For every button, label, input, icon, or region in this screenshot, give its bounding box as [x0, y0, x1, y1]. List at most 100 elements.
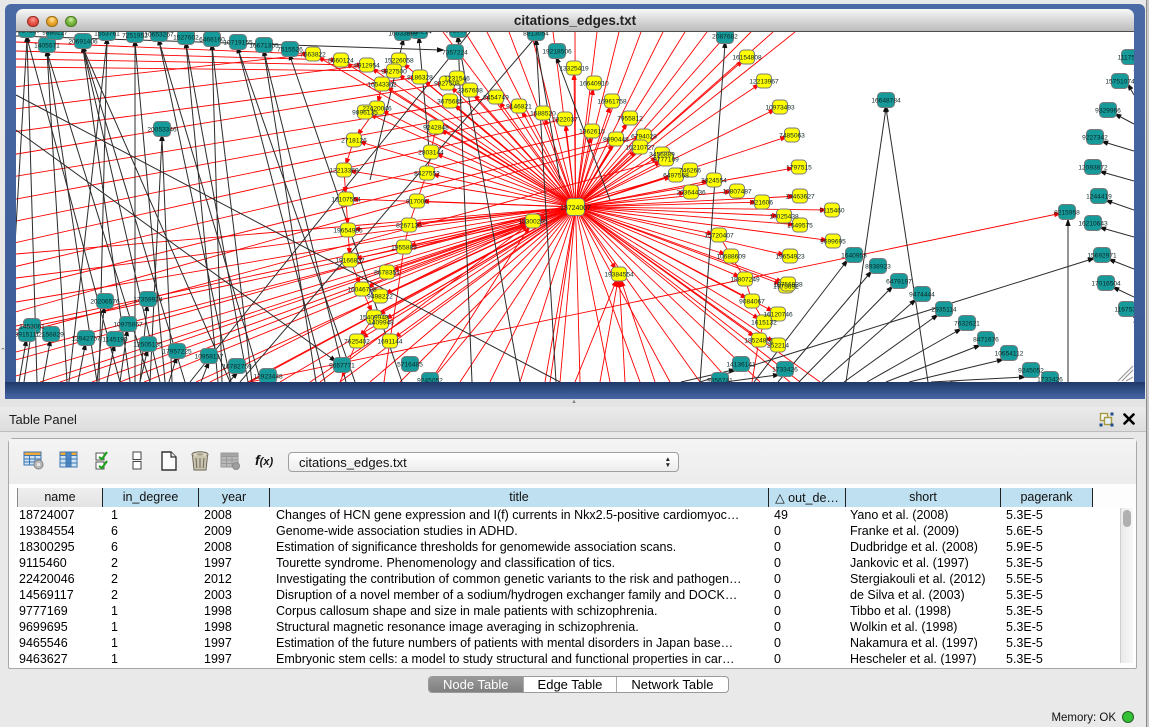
- svg-text:9245052: 9245052: [417, 378, 443, 383]
- svg-text:9827500: 9827500: [381, 69, 407, 76]
- svg-text:9329966: 9329966: [1095, 108, 1121, 115]
- svg-text:7357224: 7357224: [442, 50, 468, 57]
- svg-text:19463627: 19463627: [785, 194, 815, 201]
- svg-text:8912954: 8912954: [354, 63, 380, 70]
- svg-text:9699695: 9699695: [820, 239, 846, 246]
- svg-text:15226058: 15226058: [384, 58, 414, 65]
- svg-text:252214: 252214: [767, 343, 789, 350]
- svg-text:1244419: 1244419: [1086, 194, 1112, 201]
- svg-text:8990448: 8990448: [603, 137, 629, 144]
- svg-text:10973493: 10973493: [765, 105, 795, 112]
- svg-text:12213967: 12213967: [749, 79, 779, 86]
- svg-text:1549575: 1549575: [787, 223, 813, 230]
- svg-text:9474444: 9474444: [909, 292, 935, 299]
- svg-text:2718126: 2718126: [341, 138, 367, 145]
- svg-text:1231546: 1231546: [444, 76, 470, 83]
- svg-text:10653267: 10653267: [144, 32, 174, 39]
- svg-text:8938923: 8938923: [865, 264, 891, 271]
- svg-text:7955812: 7955812: [617, 116, 643, 123]
- svg-text:7625402: 7625402: [344, 339, 370, 346]
- svg-text:1117514: 1117514: [1118, 55, 1134, 62]
- svg-text:20206576: 20206576: [90, 299, 120, 306]
- svg-text:1733426: 1733426: [1037, 377, 1063, 383]
- svg-text:17957225: 17957225: [162, 349, 192, 356]
- svg-text:9896135: 9896135: [352, 110, 378, 117]
- svg-text:18807249: 18807249: [730, 277, 760, 284]
- svg-text:9115460: 9115460: [819, 208, 845, 215]
- svg-text:1797515: 1797515: [786, 165, 812, 172]
- svg-text:18724007: 18724007: [560, 205, 591, 212]
- svg-text:10807487: 10807487: [722, 189, 752, 196]
- svg-text:8471676: 8471676: [973, 337, 999, 344]
- svg-text:7663822: 7663822: [300, 52, 326, 59]
- svg-text:917006: 917006: [406, 199, 428, 206]
- svg-text:9084067: 9084067: [739, 299, 765, 306]
- svg-text:1691144: 1691144: [377, 339, 403, 346]
- svg-text:16671355: 16671355: [249, 43, 279, 50]
- svg-text:16154808: 16154808: [732, 55, 762, 62]
- svg-text:12213369: 12213369: [329, 168, 359, 175]
- svg-text:16120746: 16120746: [763, 312, 793, 319]
- svg-text:16107554: 16107554: [331, 197, 361, 204]
- svg-text:9227342: 9227342: [1082, 135, 1108, 142]
- svg-text:8215958: 8215958: [1054, 210, 1080, 217]
- svg-text:1167534: 1167534: [1114, 307, 1134, 314]
- svg-text:1640953: 1640953: [841, 253, 867, 260]
- svg-text:17016504: 17016504: [1091, 281, 1121, 288]
- svg-text:16210727: 16210727: [625, 145, 655, 152]
- svg-text:20364436: 20364436: [676, 190, 706, 197]
- svg-text:1362615: 1362615: [579, 129, 605, 136]
- svg-text:15751074: 15751074: [1105, 79, 1134, 86]
- svg-text:12505135: 12505135: [133, 342, 163, 349]
- svg-text:3915111: 3915111: [16, 332, 40, 339]
- svg-text:20691406: 20691406: [68, 39, 98, 46]
- svg-text:19166827: 19166827: [335, 258, 365, 265]
- svg-text:19654923: 19654923: [775, 254, 805, 261]
- svg-text:1527602: 1527602: [173, 35, 199, 42]
- svg-text:9245052: 9245052: [1018, 368, 1044, 375]
- svg-text:15692971: 15692971: [1087, 253, 1117, 260]
- svg-text:8813054: 8813054: [523, 32, 549, 38]
- svg-text:746266: 746266: [679, 168, 701, 175]
- svg-text:8454749: 8454749: [483, 95, 509, 102]
- svg-text:13325419: 13325419: [559, 66, 589, 73]
- svg-text:1733426: 1733426: [772, 367, 798, 374]
- svg-text:8267130: 8267130: [396, 223, 422, 230]
- svg-text:10975867: 10975867: [113, 322, 143, 329]
- svg-text:8914226: 8914226: [16, 32, 40, 35]
- svg-text:2087682: 2087682: [712, 34, 738, 41]
- svg-text:10756928: 10756928: [773, 282, 803, 289]
- svg-text:16782759: 16782759: [222, 364, 252, 371]
- svg-text:3675685: 3675685: [437, 99, 463, 106]
- svg-text:19384554: 19384554: [604, 272, 634, 279]
- svg-text:1409948: 1409948: [368, 320, 394, 327]
- svg-text:9777169: 9777169: [653, 157, 679, 164]
- svg-text:9657771: 9657771: [329, 363, 355, 370]
- svg-text:9498222: 9498222: [367, 294, 393, 301]
- svg-text:6466160: 6466160: [199, 37, 225, 44]
- svg-text:8427552: 8427552: [414, 171, 440, 178]
- svg-text:1405571: 1405571: [34, 43, 60, 50]
- svg-text:10025438: 10025438: [769, 214, 799, 221]
- svg-text:12923448: 12923448: [253, 374, 283, 381]
- svg-text:18300295: 18300295: [518, 219, 548, 226]
- svg-text:8186328: 8186328: [407, 75, 433, 82]
- svg-text:16210643: 16210643: [1078, 221, 1108, 228]
- svg-text:3824554: 3824554: [701, 178, 727, 185]
- svg-text:1453061: 1453061: [19, 324, 45, 331]
- svg-text:8813054: 8813054: [445, 32, 471, 35]
- svg-text:15720407: 15720407: [704, 233, 734, 240]
- svg-text:2935114: 2935114: [931, 307, 957, 314]
- svg-text:9356741: 9356741: [707, 378, 733, 383]
- svg-text:7485063: 7485063: [779, 133, 805, 140]
- svg-text:5716485: 5716485: [397, 362, 423, 369]
- svg-text:17359924: 17359924: [133, 297, 163, 304]
- svg-text:2803144: 2803144: [418, 150, 444, 157]
- svg-text:12942757: 12942757: [71, 336, 101, 343]
- svg-text:8660124: 8660124: [328, 58, 354, 65]
- svg-text:6794028: 6794028: [631, 134, 657, 141]
- svg-text:16648784: 16648784: [871, 98, 901, 105]
- svg-text:9242848: 9242848: [423, 125, 449, 132]
- svg-text:14136141: 14136141: [726, 362, 756, 369]
- svg-text:10958117: 10958117: [195, 354, 224, 361]
